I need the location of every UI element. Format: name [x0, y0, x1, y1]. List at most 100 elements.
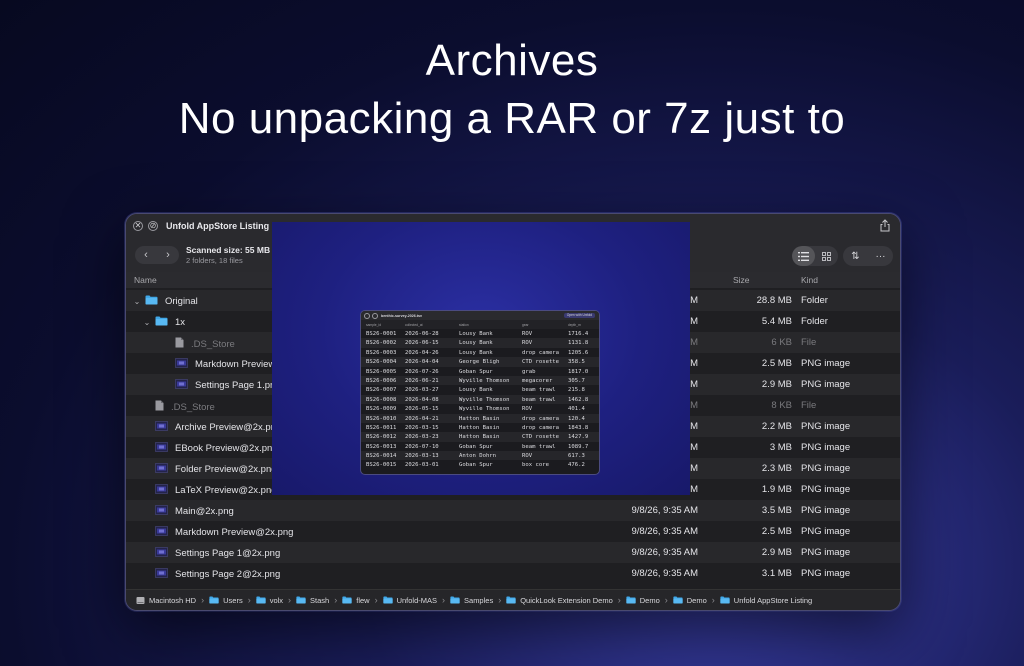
grid-view-icon[interactable] [815, 246, 838, 266]
preview-table-row[interactable]: BS26-0007 2026-03-27 Lousy Bank beam trawl 2… [361, 385, 599, 394]
image-icon [155, 463, 168, 476]
row-size: 2.9 MB [761, 379, 792, 390]
preview-table-row[interactable]: BS26-0008 2026-04-08 Wyville Thomson beam t… [361, 394, 599, 405]
preview-cell: 617.3 [568, 453, 585, 460]
table-row[interactable]: Settings Page 1@2x.png 9/8/26, 9:35 AM 2.9… [126, 542, 900, 563]
preview-close-icon[interactable] [364, 312, 370, 319]
folder-icon [155, 316, 168, 329]
path-crumb[interactable]: Unfold AppStore Listing [720, 596, 812, 605]
preview-cell: 401.4 [568, 406, 585, 413]
preview-cell: ROV [522, 406, 533, 413]
table-row[interactable]: Main@2x.png 9/8/26, 9:35 AM 3.5 MB PNG imag… [126, 500, 900, 521]
path-crumb[interactable]: QuickLook Extension Demo [506, 596, 613, 605]
preview-cell: BS26-0005 [366, 368, 397, 375]
preview-cell: BS26-0002 [366, 340, 397, 347]
sort-icon[interactable]: ⇅ [843, 246, 868, 266]
row-size: 2.5 MB [761, 526, 792, 537]
path-crumb[interactable]: Unfold-MAS [382, 596, 437, 605]
row-name: Main@2x.png [155, 505, 234, 518]
row-size: 1.9 MB [761, 484, 792, 495]
preview-table-row[interactable]: BS26-0012 2026-03-23 Hatton Basin CTD roset… [361, 432, 599, 442]
path-crumb[interactable]: Users [209, 596, 243, 605]
forward-icon[interactable]: › [157, 246, 179, 264]
folder-icon [342, 596, 352, 604]
path-crumb[interactable]: Samples [450, 596, 493, 605]
preview-table-row[interactable]: BS26-0010 2026-04-21 Hatton Basin drop came… [361, 413, 599, 423]
close-icon[interactable]: ✕ [133, 221, 143, 231]
chevron-down-icon[interactable]: ⌄ [142, 318, 152, 327]
preview-column-header[interactable]: station [459, 323, 469, 327]
path-crumb[interactable]: flew [342, 596, 370, 605]
folder-icon [209, 596, 219, 604]
preview-cell: Goban Spur [459, 368, 493, 375]
image-icon [155, 505, 168, 518]
preview-cell: Lousy Bank [459, 331, 493, 337]
chevron-right-icon: › [247, 595, 251, 605]
row-filename: .DS_Store [191, 338, 235, 350]
column-size[interactable]: Size [733, 275, 750, 285]
file-icon [155, 400, 164, 414]
list-view-icon[interactable] [792, 246, 815, 266]
preview-column-header[interactable]: depth_m [568, 323, 581, 327]
preview-cell: 2026-06-15 [405, 340, 439, 347]
preview-cell: Wyville Thomson [459, 396, 510, 403]
row-kind: Folder [801, 316, 828, 327]
preview-column-header[interactable]: collected_at [405, 323, 423, 327]
path-crumb[interactable]: Demo [626, 596, 660, 605]
preview-table-row[interactable]: BS26-0003 2026-04-26 Lousy Bank drop camera… [361, 348, 599, 357]
preview-table-row[interactable]: BS26-0014 2026-03-13 Anton Dohrn ROV 617.3 [361, 451, 599, 461]
row-filename: 1x [175, 317, 186, 328]
preview-table-row[interactable]: BS26-0002 2026-06-15 Lousy Bank ROV 1131.8 [361, 338, 599, 348]
path-crumb[interactable]: volx [256, 596, 283, 605]
preview-table-row[interactable]: BS26-0006 2026-06-21 Wyville Thomson megaco… [361, 375, 599, 386]
table-row[interactable]: Settings Page 2@2x.png 9/8/26, 9:35 AM 3.1… [126, 563, 900, 584]
open-with-button[interactable]: Open with Unfold [563, 312, 595, 318]
preview-column-header[interactable]: sample_id [366, 323, 381, 327]
preview-cell: 1427.9 [568, 434, 589, 441]
preview-cell: grab [522, 368, 536, 375]
preview-table-row[interactable]: BS26-0001 2026-06-28 Lousy Bank ROV 1716.4 [361, 329, 599, 338]
preview-cell: beam trawl [522, 443, 556, 450]
preview-cell: BS26-0015 [366, 462, 397, 469]
path-crumb[interactable]: Stash [296, 596, 329, 605]
preview-cell: box core [522, 462, 549, 469]
preview-cell: 2026-03-13 [405, 453, 439, 460]
chevron-down-icon[interactable]: ⌄ [132, 297, 142, 306]
minimize-icon[interactable]: ⊘ [148, 221, 158, 231]
path-crumb[interactable]: Macintosh HD [136, 596, 196, 605]
row-name: Settings Page 1.png [175, 379, 281, 392]
preview-table-row[interactable]: BS26-0005 2026-07-26 Goban Spur grab 1817.0 [361, 367, 599, 376]
preview-cell: Hatton Basin [459, 415, 500, 422]
row-filename: EBook Preview@2x.png [175, 443, 278, 454]
chevron-right-icon: › [664, 595, 668, 605]
share-icon[interactable] [879, 219, 891, 232]
preview-table-row[interactable]: BS26-0009 2026-05-15 Wyville Thomson ROV 401… [361, 404, 599, 413]
preview-cell: 1089.7 [568, 443, 589, 450]
chevron-right-icon: › [374, 595, 378, 605]
row-name: LaTeX Preview@2x.png [155, 484, 277, 497]
row-name: .DS_Store [155, 400, 215, 414]
preview-minimize-icon[interactable] [372, 312, 378, 319]
row-name: Settings Page 1@2x.png [155, 547, 280, 560]
column-name[interactable]: Name [134, 275, 157, 285]
preview-column-header[interactable]: gear [522, 323, 529, 327]
folder-icon [673, 596, 683, 604]
preview-cell: megacorer [522, 377, 553, 384]
preview-cell: 305.7 [568, 377, 585, 384]
more-icon[interactable]: ··· [868, 246, 893, 266]
back-icon[interactable]: ‹ [135, 246, 157, 264]
row-kind: PNG image [801, 547, 851, 558]
preview-cell: BS26-0014 [366, 453, 397, 460]
preview-table-row[interactable]: BS26-0013 2026-07-10 Goban Spur beam trawl 1… [361, 442, 599, 451]
preview-table-row[interactable]: BS26-0004 2026-04-04 George Bligh CTD roset… [361, 357, 599, 367]
preview-title-bar: benthic-survey-2026.tsv Open with Unfold [361, 311, 599, 320]
row-name: Markdown Preview@2x.png [155, 526, 293, 539]
image-icon [155, 484, 168, 497]
table-row[interactable]: Markdown Preview@2x.png 9/8/26, 9:35 AM 2.… [126, 521, 900, 542]
column-kind[interactable]: Kind [801, 275, 818, 285]
preview-table-row[interactable]: BS26-0011 2026-03-15 Hatton Basin drop came… [361, 423, 599, 432]
preview-table-row[interactable]: BS26-0015 2026-03-01 Goban Spur box core 476… [361, 460, 599, 469]
row-name: ⌄ 1x [142, 316, 185, 329]
path-crumb[interactable]: Demo [673, 596, 707, 605]
chevron-right-icon: › [498, 595, 502, 605]
